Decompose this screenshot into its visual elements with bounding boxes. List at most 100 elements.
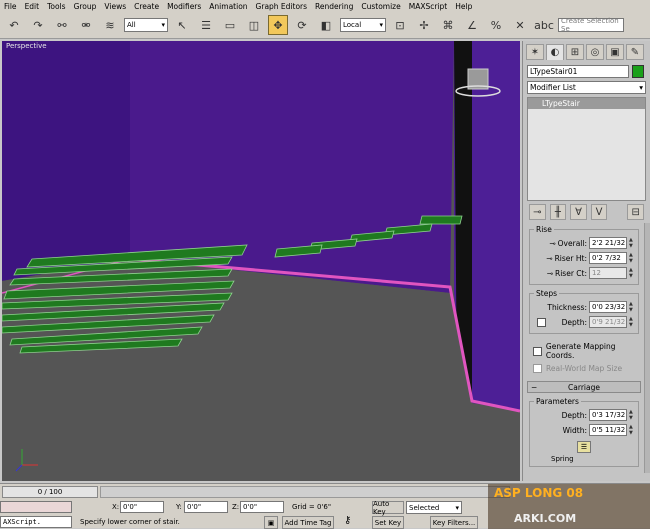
track-bar[interactable] [100,486,510,498]
generate-mapping-checkbox[interactable] [533,346,542,356]
pivot-center-icon[interactable]: ⊡ [390,15,410,35]
auto-key-button[interactable]: Auto Key [372,500,404,516]
pin-stack-icon[interactable]: ⊸ [529,204,546,220]
riser-ht-spinner[interactable]: 0'2 7/32 [589,252,627,264]
menu-animation[interactable]: Animation [209,2,247,11]
edit-named-selection-icon[interactable]: abc [534,15,554,35]
perspective-viewport[interactable]: Perspective [2,41,520,481]
menu-create[interactable]: Create [134,2,159,11]
object-name-field[interactable]: LTypeStair01 [527,65,629,78]
riser-ht-pin-icon[interactable]: ⊸ [546,254,552,263]
generate-mapping-row[interactable]: Generate Mapping Coords. [533,342,645,360]
spinner-arrows-icon[interactable]: ▲ ▼ [629,252,635,264]
carriage-title: Carriage [568,382,600,392]
spline-options-icon[interactable]: ☰ [577,441,591,453]
viewport-label[interactable]: Perspective [6,42,47,50]
spinner-arrows-icon[interactable]: ▲ ▼ [629,267,635,279]
object-color-swatch[interactable] [632,65,644,78]
add-time-tag-button[interactable]: Add Time Tag [282,516,334,529]
chevron-down-icon: ▾ [639,83,643,92]
select-object-icon[interactable]: ↖ [172,15,192,35]
z-coord-field[interactable]: 0'0" [240,501,284,513]
command-panel: ✶ ◐ ⊞ ◎ ▣ ✎ LTypeStair01 Modifier List ▾ … [522,41,650,481]
spinner-arrows-icon[interactable]: ▲ ▼ [629,409,635,421]
real-world-row[interactable]: Real-World Map Size [533,364,645,373]
show-end-result-icon[interactable]: ╫ [549,204,567,220]
hierarchy-tab-icon[interactable]: ⊞ [566,44,584,60]
selection-count-field [0,501,72,513]
prompt-line: Specify lower corner of stair. [80,518,180,526]
y-coord-field[interactable]: 0'0" [184,501,228,513]
display-tab-icon[interactable]: ▣ [606,44,624,60]
select-by-name-icon[interactable]: ☰ [196,15,216,35]
overall-pin-icon[interactable]: ⊸ [549,239,555,248]
percent-snap-icon[interactable]: % [486,15,506,35]
named-selection-field[interactable]: Create Selection Se [558,17,624,33]
menu-file[interactable]: File [4,2,17,11]
depth-spinner[interactable]: 0'9 21/32 [589,316,627,328]
create-tab-icon[interactable]: ✶ [526,44,544,60]
menu-rendering[interactable]: Rendering [315,2,353,11]
window-crossing-icon[interactable]: ◫ [244,15,264,35]
angle-snap-icon[interactable]: ∠ [462,15,482,35]
menu-tools[interactable]: Tools [47,2,65,11]
depth-checkbox[interactable] [537,317,546,327]
spinner-arrows-icon[interactable]: ▲ ▼ [629,424,635,436]
spinner-arrows-icon[interactable]: ▲ ▼ [629,237,635,249]
thickness-spinner[interactable]: 0'0 23/32 [589,301,627,313]
select-move-icon[interactable]: ✥ [268,15,288,35]
set-key-button[interactable]: Set Key [372,516,404,529]
riser-ct-spinner[interactable]: 12 [589,267,627,279]
carriage-depth-spinner[interactable]: 0'3 17/32 [589,409,627,421]
carriage-parameters-group: Parameters Depth: 0'3 17/32 ▲ ▼ Width: 0'… [529,397,639,467]
key-icon[interactable]: ⚷ [344,515,351,526]
bind-space-warp-icon[interactable]: ≋ [100,15,120,35]
modifier-list-label: Modifier List [530,83,576,92]
selection-filter-dropdown[interactable]: All ▾ [124,18,168,32]
carriage-width-spinner[interactable]: 0'5 11/32 [589,424,627,436]
menu-customize[interactable]: Customize [361,2,400,11]
riser-ct-pin-icon[interactable]: ⊸ [547,269,553,278]
motion-tab-icon[interactable]: ◎ [586,44,604,60]
spinner-arrows-icon[interactable]: ▲ ▼ [629,316,635,328]
select-link-icon[interactable]: ⚯ [52,15,72,35]
key-filters-button[interactable]: Key Filters... [430,516,478,529]
select-rotate-icon[interactable]: ⟳ [292,15,312,35]
rise-title: Rise [534,225,554,234]
unlink-icon[interactable]: ⚮ [76,15,96,35]
menu-group[interactable]: Group [74,2,97,11]
modify-tab-icon[interactable]: ◐ [546,44,564,60]
snap-toggle-icon[interactable]: ⌘ [438,15,458,35]
menu-graph-editors[interactable]: Graph Editors [256,2,308,11]
make-unique-icon[interactable]: ∀ [570,204,587,220]
modifier-list-dropdown[interactable]: Modifier List ▾ [527,81,646,94]
select-scale-icon[interactable]: ◧ [316,15,336,35]
menu-help[interactable]: Help [455,2,472,11]
y-label: Y: [176,503,182,511]
configure-sets-icon[interactable]: ⊟ [627,204,644,220]
riser-ht-row: ⊸ Riser Ht: 0'2 7/32 ▲ ▼ [533,251,635,265]
spinner-arrows-icon[interactable]: ▲ ▼ [629,301,635,313]
menu-modifiers[interactable]: Modifiers [167,2,201,11]
lock-selection-icon[interactable]: ▣ [264,516,278,529]
maxscript-listener[interactable]: AXScript. [0,516,72,528]
stack-item[interactable]: LTypeStair [528,98,645,109]
select-manipulate-icon[interactable]: ✢ [414,15,434,35]
menu-views[interactable]: Views [104,2,126,11]
carriage-rollout[interactable]: − Carriage [527,381,641,393]
time-slider[interactable]: 0 / 100 [2,486,98,498]
utilities-tab-icon[interactable]: ✎ [626,44,644,60]
key-mode-dropdown[interactable]: Selected ▾ [406,501,462,514]
menu-edit[interactable]: Edit [25,2,40,11]
menu-maxscript[interactable]: MAXScript [409,2,448,11]
remove-modifier-icon[interactable]: ᐯ [590,204,608,220]
ref-coord-dropdown[interactable]: Local ▾ [340,18,386,32]
undo-icon[interactable]: ↶ [4,15,24,35]
x-coord-field[interactable]: 0'0" [120,501,164,513]
redo-icon[interactable]: ↷ [28,15,48,35]
rect-selection-icon[interactable]: ▭ [220,15,240,35]
riser-ht-label: Riser Ht: [554,253,587,263]
real-world-checkbox[interactable] [533,364,542,373]
overall-spinner[interactable]: 2'2 21/32 [589,237,627,249]
spinner-snap-icon[interactable]: ✕ [510,15,530,35]
